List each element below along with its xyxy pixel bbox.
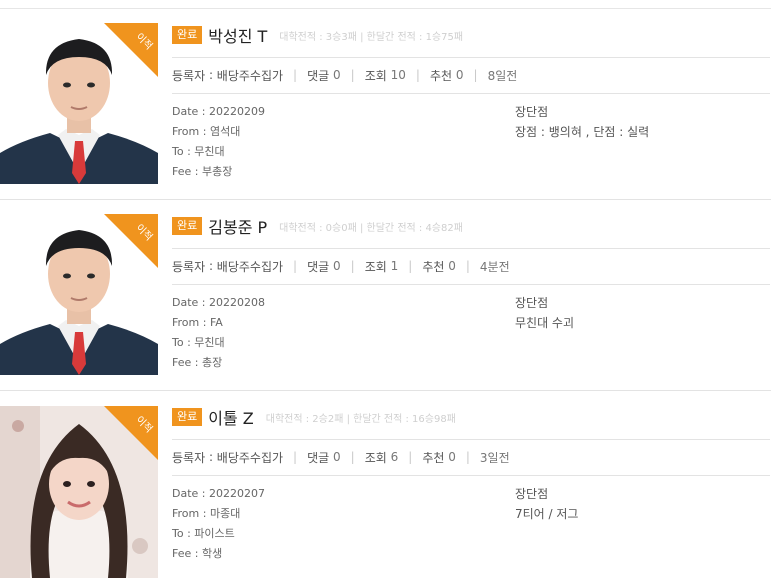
pros-cons-label: 장단점 bbox=[515, 487, 549, 501]
post-meta: 등록자 : 배당주수집가 | 댓글 0 | 조회 10 | 추천 0 | 8일전 bbox=[172, 67, 518, 84]
post-time: 4분전 bbox=[479, 259, 510, 274]
date-label: Date bbox=[172, 105, 199, 118]
recommend-count: 0 bbox=[448, 259, 456, 273]
from-label: From bbox=[172, 507, 200, 520]
fee-value: 부총장 bbox=[201, 165, 233, 178]
transfer-details: Date : 20220207 From : 마종대 To : 파이스트 Fee… bbox=[172, 487, 265, 560]
transfer-ribbon: 이적 bbox=[104, 214, 158, 268]
transfer-post: 이적 완료 김봉준 P 대학전적 : 0승0패 | 한달간 전적 : 4승82패… bbox=[0, 200, 771, 391]
divider bbox=[172, 93, 770, 94]
comments-count: 0 bbox=[333, 259, 341, 273]
recommend-label: 추천 bbox=[422, 259, 445, 274]
views-label: 조회 bbox=[364, 450, 387, 465]
fee-label: Fee bbox=[172, 165, 192, 178]
post-time: 8일전 bbox=[487, 68, 518, 83]
views-count: 10 bbox=[390, 68, 406, 82]
date-value: 20220208 bbox=[209, 296, 265, 309]
divider bbox=[172, 439, 770, 440]
post-meta: 등록자 : 배당주수집가 | 댓글 0 | 조회 1 | 추천 0 | 4분전 bbox=[172, 258, 510, 275]
to-value: 파이스트 bbox=[194, 527, 235, 540]
to-value: 무친대 bbox=[194, 145, 225, 158]
from-value: FA bbox=[209, 316, 223, 329]
views-count: 1 bbox=[390, 259, 399, 273]
from-value: 마종대 bbox=[209, 507, 241, 520]
comments-label: 댓글 bbox=[307, 68, 330, 83]
divider bbox=[172, 248, 770, 249]
player-name-link[interactable]: 박성진 T bbox=[208, 23, 267, 47]
divider bbox=[172, 57, 770, 58]
pros-cons-label: 장단점 bbox=[515, 105, 549, 119]
player-name-link[interactable]: 김봉준 P bbox=[208, 214, 267, 238]
registrant-name[interactable]: 배당주수집가 bbox=[217, 258, 283, 275]
transfer-post: 이적 완료 이톨 Z 대학전적 : 2승2패 | 한달간 전적 : 16승98패… bbox=[0, 391, 771, 578]
to-label: To bbox=[172, 145, 184, 158]
to-label: To bbox=[172, 336, 184, 349]
views-label: 조회 bbox=[364, 68, 387, 83]
transfer-list: 이적 완료 박성진 T 대학전적 : 3승3패 | 한달간 전적 : 1승75패… bbox=[0, 0, 771, 578]
pros-cons-text: 장점 : 뱅의혀 , 단점 : 실력 bbox=[515, 125, 650, 139]
player-name-link[interactable]: 이톨 Z bbox=[208, 405, 254, 429]
divider bbox=[172, 284, 770, 285]
from-label: From bbox=[172, 125, 200, 138]
fee-label: Fee bbox=[172, 356, 192, 369]
player-record: 대학전적 : 3승3패 | 한달간 전적 : 1승75패 bbox=[279, 31, 464, 43]
status-badge: 완료 bbox=[172, 408, 203, 426]
comments-label: 댓글 bbox=[307, 259, 330, 274]
fee-value: 학생 bbox=[201, 547, 223, 560]
player-record: 대학전적 : 0승0패 | 한달간 전적 : 4승82패 bbox=[279, 222, 463, 234]
registrant-label: 등록자 bbox=[172, 68, 206, 83]
recommend-count: 0 bbox=[448, 450, 456, 464]
views-count: 6 bbox=[390, 450, 399, 464]
pros-cons-text: 무친대 수괴 bbox=[515, 316, 575, 330]
pros-cons-text: 7티어 / 저그 bbox=[515, 507, 579, 521]
post-header: 완료 김봉준 P 대학전적 : 0승0패 | 한달간 전적 : 4승82패 bbox=[172, 214, 463, 238]
recommend-count: 0 bbox=[455, 68, 464, 82]
views-label: 조회 bbox=[364, 259, 387, 274]
to-label: To bbox=[172, 527, 184, 540]
date-label: Date bbox=[172, 487, 199, 500]
post-meta: 등록자 : 배당주수집가 | 댓글 0 | 조회 6 | 추천 0 | 3일전 bbox=[172, 449, 510, 466]
recommend-label: 추천 bbox=[422, 450, 445, 465]
date-value: 20220209 bbox=[209, 105, 265, 118]
to-value: 무친대 bbox=[194, 336, 225, 349]
pros-cons: 장단점 장점 : 뱅의혀 , 단점 : 실력 bbox=[515, 102, 765, 142]
transfer-post: 이적 완료 박성진 T 대학전적 : 3승3패 | 한달간 전적 : 1승75패… bbox=[0, 9, 771, 200]
comments-count: 0 bbox=[333, 68, 341, 82]
status-badge: 완료 bbox=[172, 26, 203, 44]
registrant-name[interactable]: 배당주수집가 bbox=[217, 67, 283, 84]
transfer-details: Date : 20220208 From : FA To : 무친대 Fee :… bbox=[172, 296, 265, 369]
post-header: 완료 이톨 Z 대학전적 : 2승2패 | 한달간 전적 : 16승98패 bbox=[172, 405, 456, 429]
fee-value: 총장 bbox=[201, 356, 223, 369]
player-photo[interactable]: 이적 bbox=[0, 406, 158, 578]
registrant-label: 등록자 bbox=[172, 450, 206, 465]
status-badge: 완료 bbox=[172, 217, 203, 235]
recommend-label: 추천 bbox=[429, 68, 453, 83]
registrant-name[interactable]: 배당주수집가 bbox=[217, 449, 283, 466]
pros-cons-label: 장단점 bbox=[515, 296, 549, 310]
transfer-ribbon: 이적 bbox=[104, 23, 158, 77]
from-label: From bbox=[172, 316, 200, 329]
pros-cons: 장단점 무친대 수괴 bbox=[515, 293, 765, 333]
from-value: 염석대 bbox=[209, 125, 241, 138]
date-label: Date bbox=[172, 296, 199, 309]
divider bbox=[172, 475, 770, 476]
player-record: 대학전적 : 2승2패 | 한달간 전적 : 16승98패 bbox=[265, 413, 456, 425]
transfer-details: Date : 20220209 From : 염석대 To : 무친대 Fee … bbox=[172, 105, 265, 178]
date-value: 20220207 bbox=[209, 487, 265, 500]
fee-label: Fee bbox=[172, 547, 192, 560]
post-time: 3일전 bbox=[479, 450, 510, 465]
comments-count: 0 bbox=[333, 450, 341, 464]
pros-cons: 장단점 7티어 / 저그 bbox=[515, 484, 765, 524]
transfer-ribbon: 이적 bbox=[104, 406, 158, 460]
post-header: 완료 박성진 T 대학전적 : 3승3패 | 한달간 전적 : 1승75패 bbox=[172, 23, 463, 47]
registrant-label: 등록자 bbox=[172, 259, 206, 274]
player-photo[interactable]: 이적 bbox=[0, 214, 158, 375]
player-photo[interactable]: 이적 bbox=[0, 23, 158, 184]
comments-label: 댓글 bbox=[307, 450, 330, 465]
